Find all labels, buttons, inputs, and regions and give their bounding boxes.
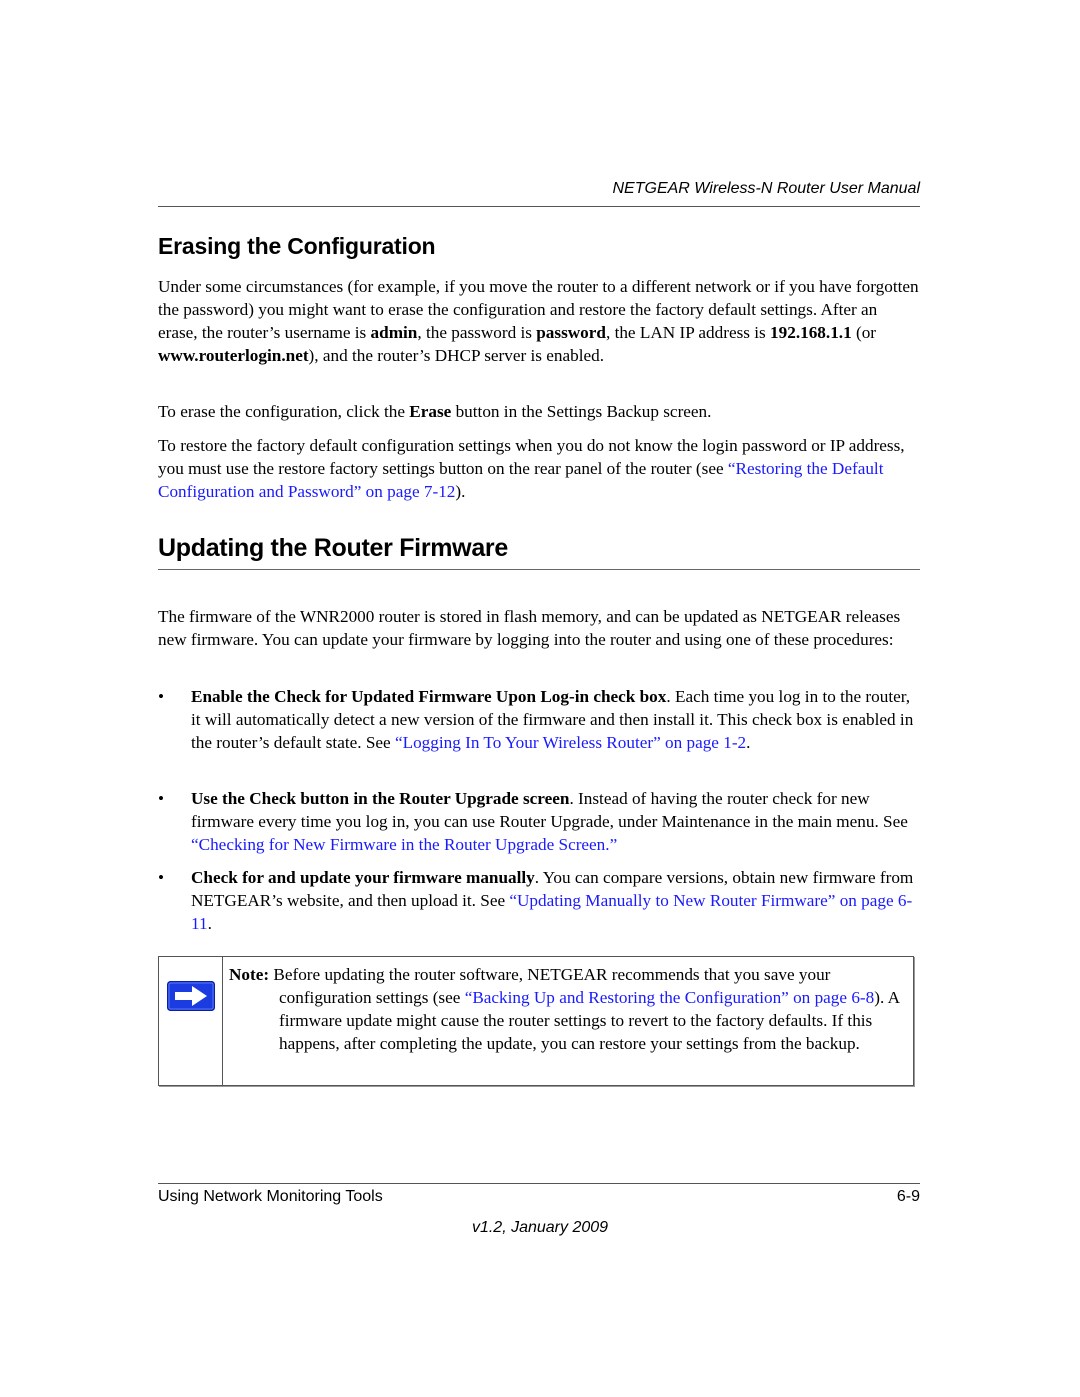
page-footer: Using Network Monitoring Tools 6-9 [158, 1183, 920, 1206]
bullet-item: • Enable the Check for Updated Firmware … [158, 687, 914, 752]
bullet-item: • Use the Check button in the Router Upg… [158, 789, 908, 854]
arrow-right-icon [167, 981, 215, 1011]
heading-erasing-configuration: Erasing the Configuration [158, 233, 436, 259]
page-number: 6-9 [896, 1188, 920, 1205]
default-password: password [536, 323, 606, 342]
document-version: v1.2, January 2009 [471, 1219, 609, 1236]
update-intro-paragraph: The firmware of the WNR2000 router is st… [158, 607, 901, 649]
bullet-item: • Check for and update your firmware man… [158, 868, 914, 933]
note-label: Note: [229, 965, 270, 984]
link-checking-new-firmware[interactable]: “Checking for New Firmware in the Router… [191, 835, 617, 854]
erase-paragraph-2: To erase the configuration, click the Er… [158, 402, 712, 421]
default-username: admin [370, 323, 418, 342]
note-text: Note: Before updating the router softwar… [229, 965, 900, 1053]
erase-paragraph-1: Under some circumstances (for example, i… [158, 277, 919, 365]
link-logging-in[interactable]: “Logging In To Your Wireless Router” on … [395, 733, 746, 752]
default-ip: 192.168.1.1 [770, 323, 852, 342]
erase-button-ref: Erase [409, 402, 452, 421]
chapter-title: Using Network Monitoring Tools [158, 1188, 383, 1205]
manual-title: NETGEAR Wireless-N Router User Manual [612, 180, 921, 197]
bullet-icon: • [158, 789, 165, 808]
erase-paragraph-3: To restore the factory default configura… [158, 436, 905, 501]
default-url: www.routerlogin.net [158, 346, 309, 365]
heading-updating-router-firmware: Updating the Router Firmware [158, 534, 920, 570]
page-header: NETGEAR Wireless-N Router User Manual [158, 178, 920, 207]
note-icon-cell [159, 957, 223, 1085]
bullet-icon: • [158, 868, 165, 887]
bullet-icon: • [158, 687, 165, 706]
link-backing-up-restoring[interactable]: “Backing Up and Restoring the Configurat… [465, 988, 875, 1007]
note-box: Note: Before updating the router softwar… [158, 956, 914, 1086]
